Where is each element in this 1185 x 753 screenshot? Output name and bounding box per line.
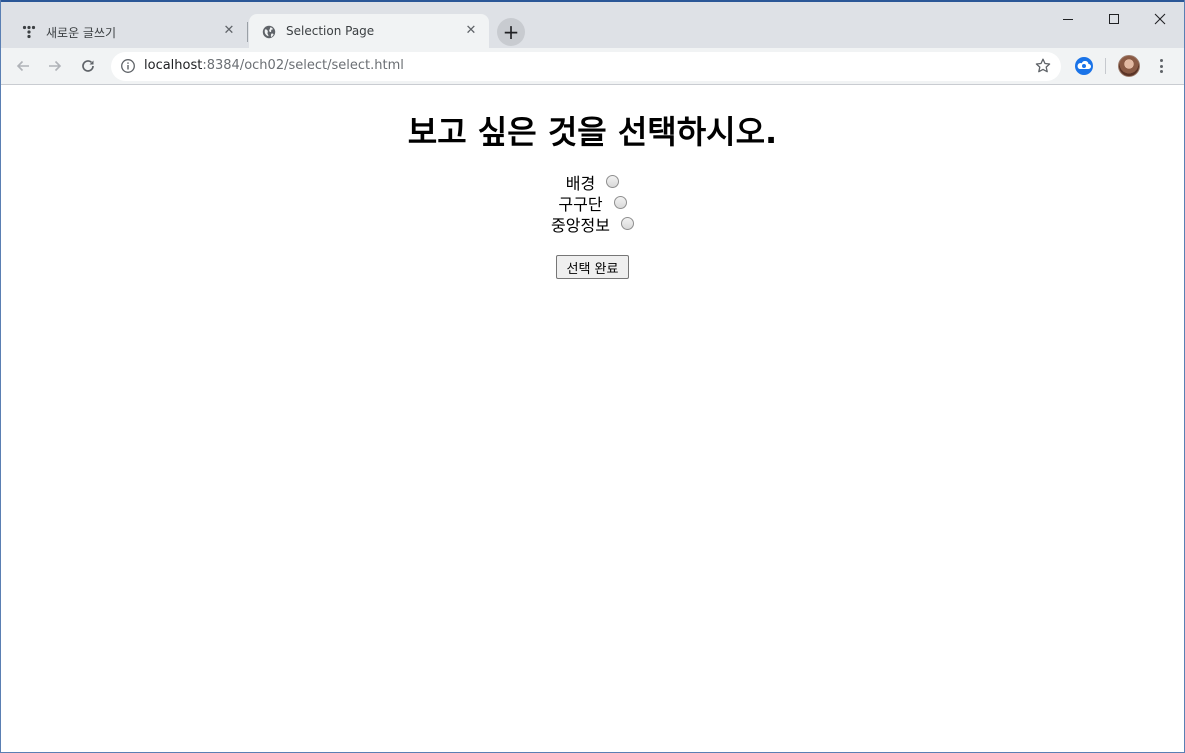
close-icon[interactable] xyxy=(1137,4,1183,34)
tab-title: Selection Page xyxy=(286,24,375,38)
radio-central-info[interactable] xyxy=(620,217,634,230)
info-icon[interactable] xyxy=(120,58,136,74)
reload-icon[interactable] xyxy=(75,53,101,79)
tab-new-post[interactable]: 새로운 글쓰기 ✕ xyxy=(9,14,247,50)
radio-multiplication-table[interactable] xyxy=(613,196,627,209)
address-bar[interactable]: localhost:8384/och02/select/select.html xyxy=(111,52,1061,81)
submit-selection-button[interactable]: 선택 완료 xyxy=(556,255,629,279)
kebab-menu-icon[interactable] xyxy=(1152,56,1170,76)
arrow-right-icon[interactable] xyxy=(42,53,68,79)
cloud-extension-icon[interactable] xyxy=(1074,56,1094,76)
arrow-left-icon[interactable] xyxy=(10,53,36,79)
option-background: 배경 xyxy=(1,171,1184,193)
avatar[interactable] xyxy=(1118,55,1140,77)
new-tab-button[interactable]: + xyxy=(497,18,525,46)
option-central-info: 중앙정보 xyxy=(1,213,1184,235)
url-path: :8384/och02/select/select.html xyxy=(202,58,404,73)
browser-window: 새로운 글쓰기 ✕ Selection Page ✕ + localhost:8… xyxy=(0,0,1185,753)
radio-background[interactable] xyxy=(606,175,620,188)
minimize-icon[interactable] xyxy=(1045,4,1091,34)
tab-selection-page[interactable]: Selection Page ✕ xyxy=(249,14,489,50)
option-multiplication-table: 구구단 xyxy=(1,192,1184,214)
url-text: localhost:8384/och02/select/select.html xyxy=(144,58,404,73)
browser-toolbar: localhost:8384/och02/select/select.html xyxy=(1,48,1184,85)
page-viewport: 보고 싶은 것을 선택하시오. 배경 구구단 중앙정보 선택 완료 xyxy=(1,85,1184,752)
page-title: 보고 싶은 것을 선택하시오. xyxy=(407,113,778,151)
tistory-icon xyxy=(21,24,37,40)
close-tab-icon[interactable]: ✕ xyxy=(463,23,479,39)
maximize-icon[interactable] xyxy=(1091,4,1137,34)
tab-separator xyxy=(247,22,248,42)
globe-icon xyxy=(261,24,277,40)
url-host: localhost xyxy=(144,58,203,73)
close-tab-icon[interactable]: ✕ xyxy=(221,23,237,39)
option-label: 중앙정보 xyxy=(551,215,610,235)
tab-title: 새로운 글쓰기 xyxy=(46,26,117,40)
toolbar-separator xyxy=(1105,58,1106,74)
star-icon[interactable] xyxy=(1034,57,1052,75)
tab-strip: 새로운 글쓰기 ✕ Selection Page ✕ + xyxy=(1,2,1184,50)
